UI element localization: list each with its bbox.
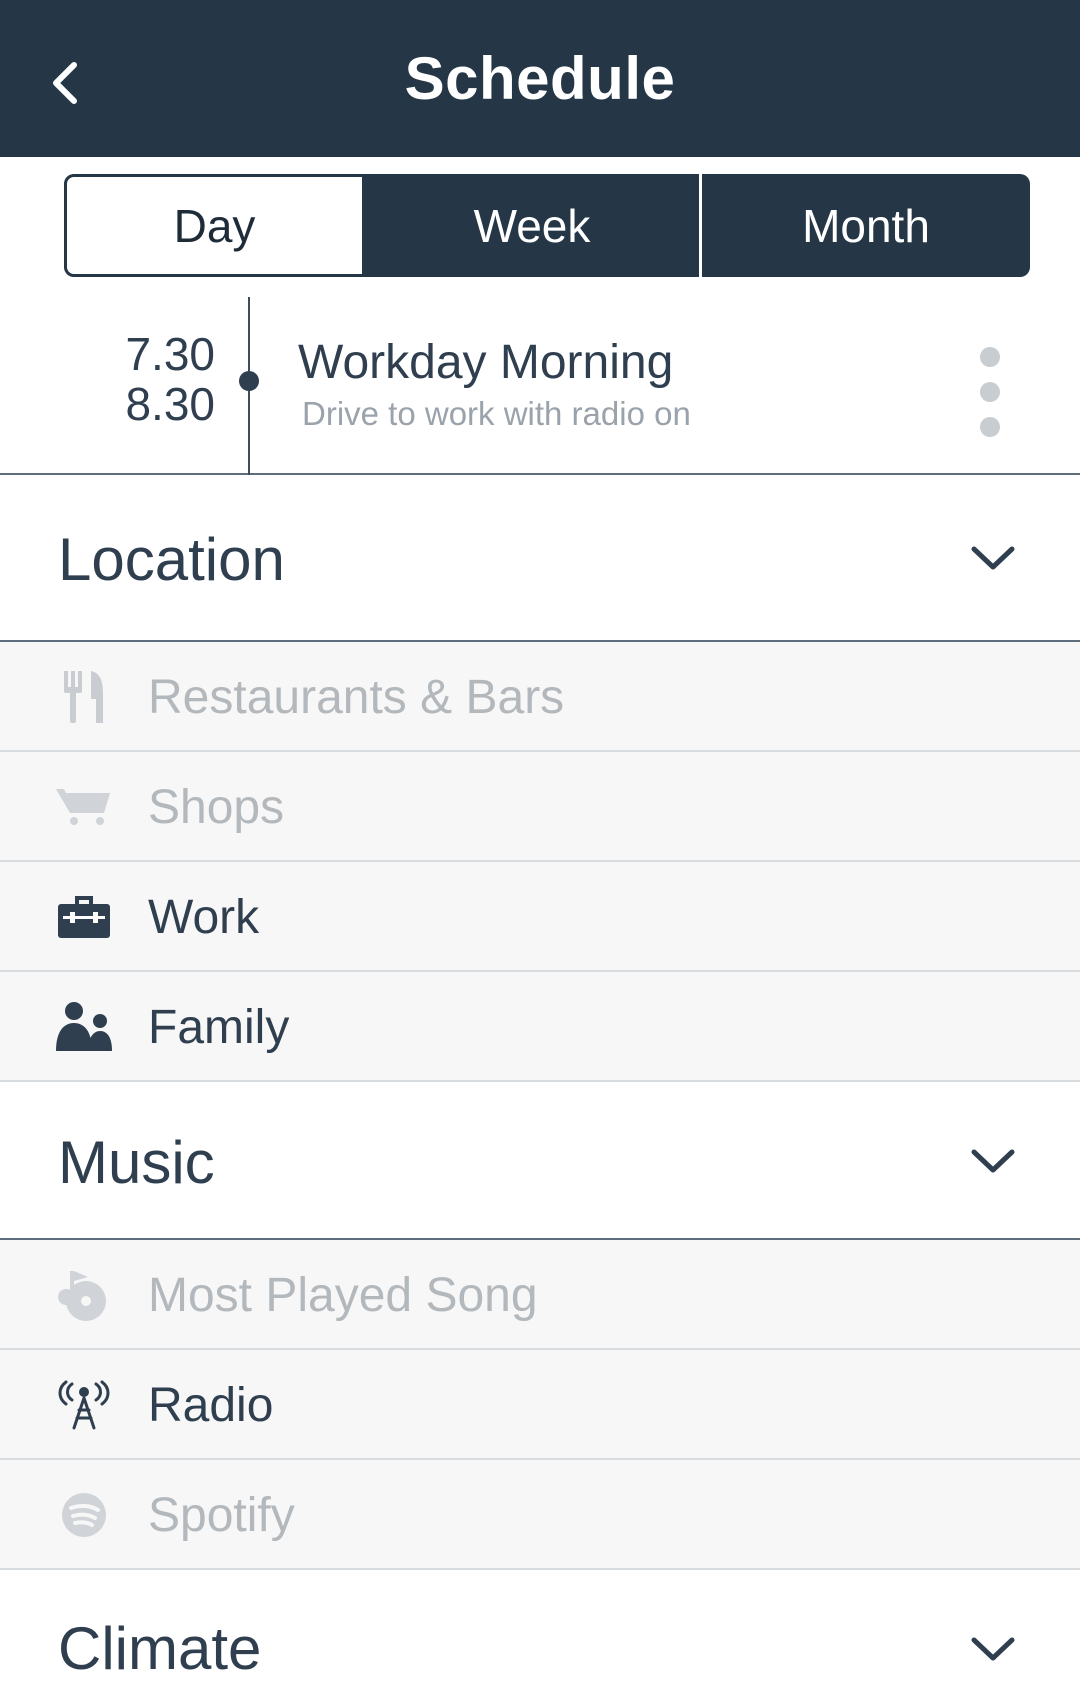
location-item-shops[interactable]: Shops xyxy=(0,752,1080,862)
location-item-work[interactable]: Work xyxy=(0,862,1080,972)
fork-knife-icon xyxy=(52,667,116,727)
music-item-spotify[interactable]: Spotify xyxy=(0,1460,1080,1570)
location-item-label: Work xyxy=(148,891,260,944)
briefcase-icon xyxy=(52,887,116,947)
event-start-time: 7.30 xyxy=(125,328,215,380)
section-climate-label: Climate xyxy=(58,1615,262,1682)
music-item-label: Spotify xyxy=(148,1489,295,1542)
location-item-label: Family xyxy=(148,1001,290,1054)
event-times: 7.30 8.30 xyxy=(100,329,215,429)
section-location[interactable]: Location xyxy=(0,475,1080,642)
chevron-down-icon xyxy=(971,1637,1015,1661)
tab-day[interactable]: Day xyxy=(64,174,365,277)
tab-month[interactable]: Month xyxy=(702,174,1030,277)
radio-tower-icon xyxy=(52,1375,116,1435)
page-title: Schedule xyxy=(404,45,676,112)
timeline-dot xyxy=(239,371,259,391)
more-vertical-icon[interactable] xyxy=(975,347,1005,437)
event-description: Drive to work with radio on xyxy=(302,395,691,432)
music-item-label: Most Played Song xyxy=(148,1269,538,1322)
location-item-family[interactable]: Family xyxy=(0,972,1080,1082)
music-item-radio[interactable]: Radio xyxy=(0,1350,1080,1460)
music-item-most-played[interactable]: Most Played Song xyxy=(0,1240,1080,1350)
music-item-label: Radio xyxy=(148,1379,274,1432)
location-item-label: Restaurants & Bars xyxy=(148,671,565,724)
location-item-restaurants[interactable]: Restaurants & Bars xyxy=(0,642,1080,752)
chevron-down-icon xyxy=(971,1149,1015,1173)
spotify-icon xyxy=(52,1485,116,1545)
event-end-time: 8.30 xyxy=(125,378,215,430)
music-disc-icon xyxy=(52,1265,116,1325)
event-title: Workday Morning xyxy=(298,336,674,389)
view-mode-tabs: Day Week Month xyxy=(64,174,1030,277)
event-row[interactable]: 7.30 8.30 Workday Morning Drive to work … xyxy=(0,297,1080,475)
location-item-label: Shops xyxy=(148,781,285,834)
section-location-label: Location xyxy=(58,526,285,593)
shopping-cart-icon xyxy=(52,777,116,837)
app-header: Schedule xyxy=(0,0,1080,157)
section-music[interactable]: Music xyxy=(0,1082,1080,1240)
family-icon xyxy=(52,997,116,1057)
section-music-label: Music xyxy=(58,1129,215,1196)
section-climate[interactable]: Climate xyxy=(0,1570,1080,1698)
tab-week[interactable]: Week xyxy=(365,174,702,277)
chevron-down-icon xyxy=(971,546,1015,570)
